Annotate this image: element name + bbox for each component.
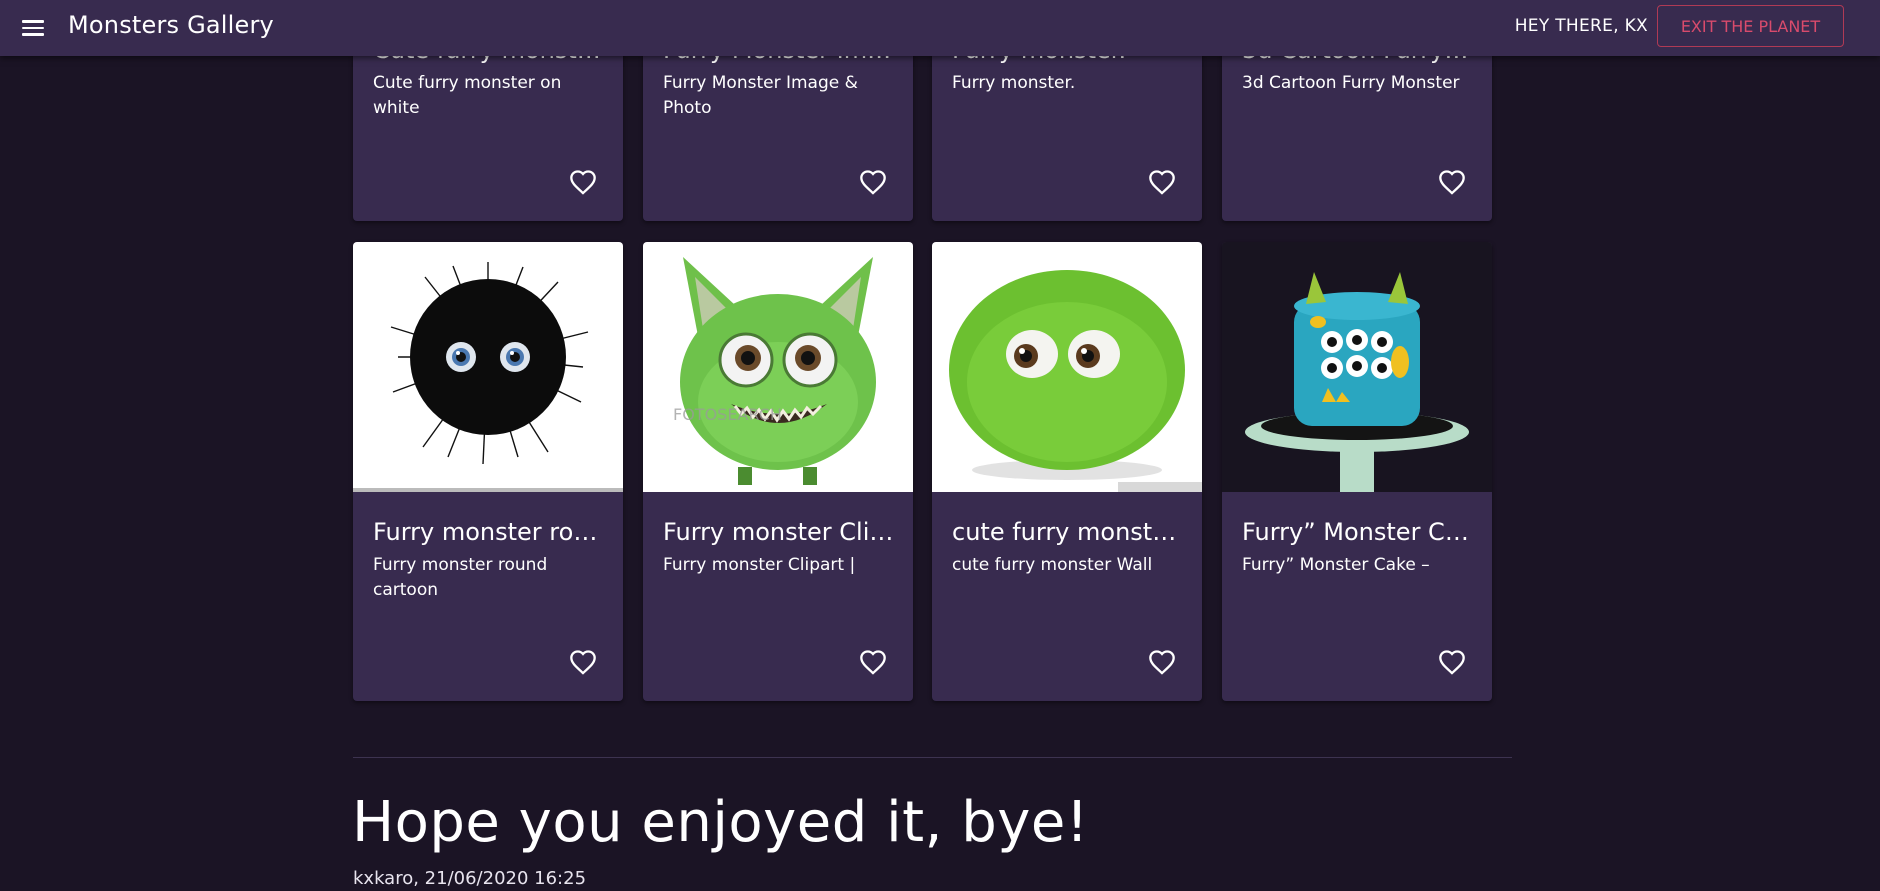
heart-outline-icon[interactable]: [857, 646, 889, 678]
gallery-card[interactable]: Furry” Monster Cak… Furry” Monster Cake …: [1222, 242, 1492, 701]
exit-button[interactable]: EXIT THE PLANET: [1657, 5, 1844, 47]
card-title: cute furry monster…: [952, 518, 1184, 546]
card-subtitle: Cute furry monster on white: [373, 73, 562, 118]
card-subtitle: cute furry monster Wall: [952, 555, 1153, 575]
card-image: [932, 242, 1202, 492]
card-title: Furry monster rou…: [373, 518, 605, 546]
heart-outline-icon[interactable]: [567, 166, 599, 198]
card-image: [1222, 242, 1492, 492]
menu-icon[interactable]: [22, 13, 52, 43]
gallery-card[interactable]: cute furry monster… cute furry monster W…: [932, 242, 1202, 701]
heart-outline-icon[interactable]: [1146, 646, 1178, 678]
card-subtitle: Furry monster round cartoon: [373, 555, 548, 600]
heart-outline-icon[interactable]: [567, 646, 599, 678]
gallery-card[interactable]: Furry monster rou… Furry monster round c…: [353, 242, 623, 701]
card-title: Furry monster Clip…: [663, 518, 895, 546]
image-watermark: FOTOSEARCH: [673, 405, 782, 424]
author-timestamp: kxkaro, 21/06/2020 16:25: [353, 868, 587, 889]
card-title: Furry” Monster Cak…: [1242, 518, 1474, 546]
farewell-heading: Hope you enjoyed it, bye!: [352, 790, 1089, 855]
card-subtitle: Furry” Monster Cake –: [1242, 555, 1430, 575]
heart-outline-icon[interactable]: [1436, 166, 1468, 198]
app-title: Monsters Gallery: [68, 11, 274, 39]
card-subtitle: 3d Cartoon Furry Monster: [1242, 73, 1460, 93]
card-image: [353, 242, 623, 492]
footer-divider: [353, 757, 1512, 758]
card-subtitle: Furry monster Clipart |: [663, 555, 856, 575]
app-bar: Monsters Gallery HEY THERE, KX EXIT THE …: [0, 0, 1880, 56]
card-subtitle: Furry monster.: [952, 73, 1076, 93]
user-greeting: HEY THERE, KX: [1514, 16, 1648, 36]
heart-outline-icon[interactable]: [857, 166, 889, 198]
gallery-card[interactable]: FOTOSEARCH Furry monster Clip… Furry mon…: [643, 242, 913, 701]
card-image: FOTOSEARCH: [643, 242, 913, 492]
heart-outline-icon[interactable]: [1436, 646, 1468, 678]
heart-outline-icon[interactable]: [1146, 166, 1178, 198]
card-subtitle: Furry Monster Image & Photo: [663, 73, 858, 118]
